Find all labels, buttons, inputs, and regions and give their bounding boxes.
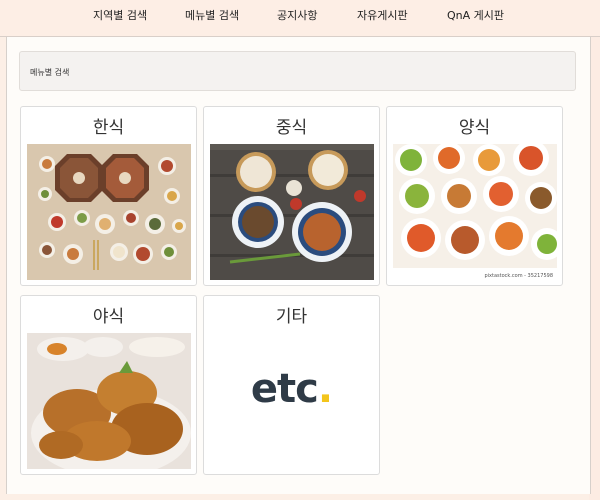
category-title: 야식 — [92, 307, 125, 327]
category-card-western[interactable]: 양식 pixtastock.com - 35217598 — [386, 106, 563, 286]
etc-logo: etc. — [204, 366, 379, 412]
nav-free-board[interactable]: 자유게시판 — [357, 7, 408, 23]
nav-region-search[interactable]: 지역별 검색 — [93, 7, 147, 23]
category-card-other[interactable]: 기타 etc. — [203, 295, 380, 475]
nav-notice[interactable]: 공지사항 — [277, 7, 317, 23]
breadcrumb: 메뉴별 검색 — [19, 51, 576, 91]
etc-logo-dot: . — [317, 366, 333, 412]
category-card-korean[interactable]: 한식 — [20, 106, 197, 286]
nav-qna-board[interactable]: QnA 게시판 — [447, 7, 504, 23]
etc-logo-text: etc — [250, 366, 319, 412]
image-watermark: pixtastock.com - 35217598 — [484, 273, 553, 279]
western-food-image: pixtastock.com - 35217598 — [393, 144, 557, 280]
content-area: 메뉴별 검색 한식 중식 양식 pixtastock.com - 3521759… — [6, 37, 591, 494]
category-title: 중식 — [275, 118, 308, 138]
top-nav: 지역별 검색 메뉴별 검색 공지사항 자유게시판 QnA 게시판 — [0, 0, 600, 37]
breadcrumb-label: 메뉴별 검색 — [30, 68, 70, 77]
fried-chicken-image — [27, 333, 191, 469]
korean-food-image — [27, 144, 191, 280]
category-title: 기타 — [275, 307, 308, 327]
category-card-late-night[interactable]: 야식 — [20, 295, 197, 475]
category-card-chinese[interactable]: 중식 — [203, 106, 380, 286]
nav-menu-search[interactable]: 메뉴별 검색 — [185, 7, 239, 23]
category-title: 양식 — [458, 118, 491, 138]
category-title: 한식 — [92, 118, 125, 138]
chinese-food-image — [210, 144, 374, 280]
